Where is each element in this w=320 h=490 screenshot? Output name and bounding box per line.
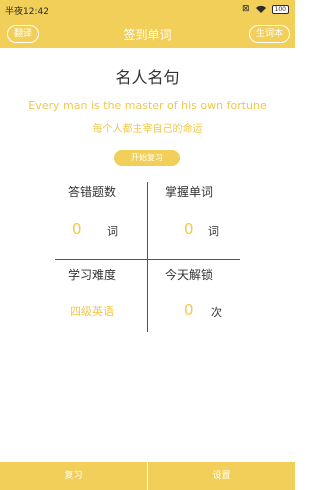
unlock-today-unit: 次 (211, 306, 222, 319)
review-tab[interactable]: 复习 (0, 462, 147, 490)
status-icons: ⊠ 100 (242, 4, 289, 14)
unlock-today-label: 今天解锁 (165, 268, 214, 282)
wrong-count-label: 答错题数 (68, 185, 117, 199)
no-sim-icon: ⊠ (242, 4, 250, 14)
quote-english: Every man is the master of his own fortu… (28, 99, 267, 112)
bottom-tab-bar: 复习 设置 (0, 462, 295, 490)
wrong-count-value: 0 (72, 220, 82, 238)
start-review-button[interactable]: 开始复习 (114, 150, 180, 166)
unlock-today-value: 0 (184, 301, 194, 319)
status-time: 半夜12:42 (5, 7, 49, 17)
difficulty-label: 学习难度 (68, 268, 117, 282)
battery-icon: 100 (271, 4, 289, 14)
difficulty-value: 四级英语 (70, 305, 114, 318)
quote-chinese: 每个人都主宰自己的命运 (92, 124, 203, 135)
mastered-words-value: 0 (184, 220, 194, 238)
quote-section-title: 名人名句 (115, 68, 180, 87)
settings-tab[interactable]: 设置 (148, 462, 295, 490)
wifi-icon (255, 5, 267, 14)
wrong-count-unit: 词 (107, 225, 118, 238)
status-bar: 半夜12:42 ⊠ 100 (0, 0, 295, 20)
nav-bar: 翻译 签到单词 生词本 (0, 20, 295, 48)
mastered-words-label: 掌握单词 (165, 185, 214, 199)
mastered-words-unit: 词 (208, 225, 219, 238)
grid-divider-vertical (147, 182, 148, 332)
vocabulary-book-button[interactable]: 生词本 (248, 25, 290, 43)
grid-divider-horizontal (55, 259, 240, 260)
